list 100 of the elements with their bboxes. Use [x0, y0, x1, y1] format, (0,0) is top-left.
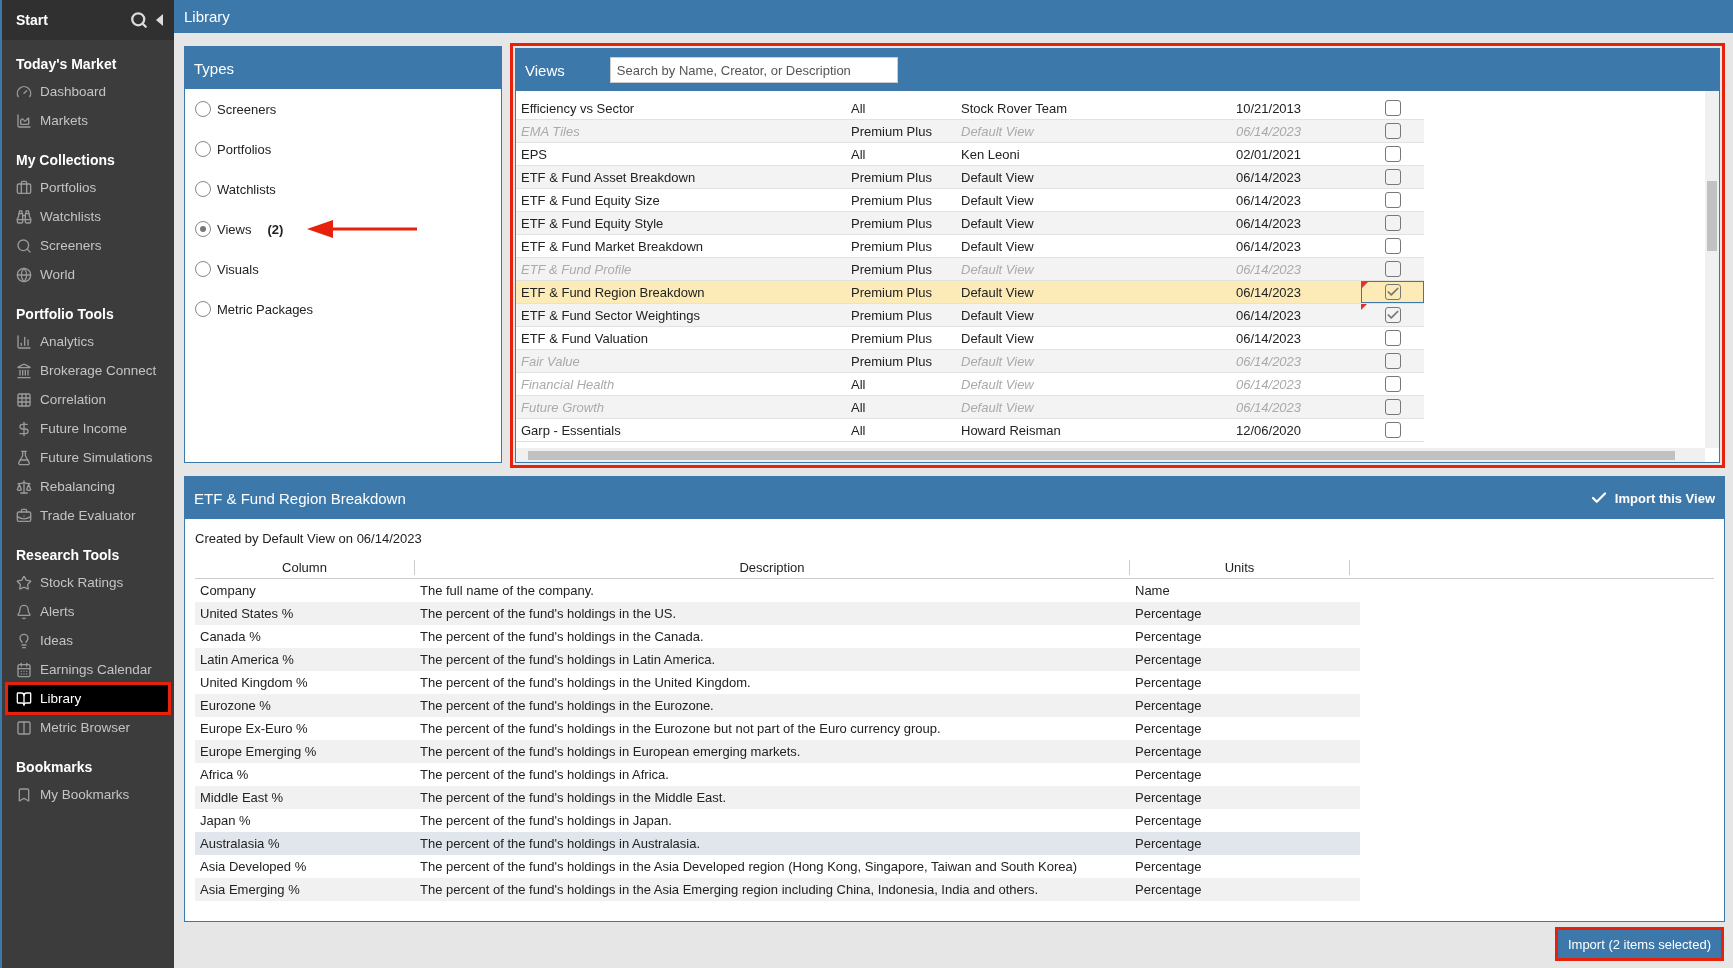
- type-label[interactable]: Watchlists: [217, 181, 276, 197]
- horizontal-scrollbar[interactable]: [516, 448, 1705, 462]
- sidebar-item[interactable]: Markets: [8, 107, 168, 134]
- table-cell-text: 06/14/2023: [1235, 353, 1303, 369]
- sidebar-title: Start: [16, 12, 49, 28]
- gauge-icon: [16, 83, 32, 100]
- table-cell-text: Company: [199, 583, 257, 598]
- table-row[interactable]: EPS All Ken Leoni 02/01/2021: [516, 143, 1424, 166]
- table-row[interactable]: ETF & Fund Asset Breakdown Premium Plus Default View 06/14/2023: [516, 166, 1424, 189]
- table-cell-text: 12/06/2020: [1235, 422, 1303, 438]
- briefcase-icon: [16, 179, 32, 196]
- table-row[interactable]: ETF & Fund Market Breakdown Premium Plus Default View 06/14/2023: [516, 235, 1424, 258]
- table-row[interactable]: ETF & Fund Equity Style Premium Plus Default View 06/14/2023: [516, 212, 1424, 235]
- table-cell-text: Percentage: [1134, 767, 1203, 782]
- table-cell-text: All: [850, 376, 867, 392]
- changed-marker: [1361, 304, 1367, 310]
- table-cell-text: Percentage: [1134, 790, 1203, 805]
- book-icon: [16, 690, 32, 707]
- type-label[interactable]: Portfolios: [217, 141, 272, 157]
- sidebar-item[interactable]: Brokerage Connect: [8, 357, 168, 384]
- sidebar-item[interactable]: Future Simulations: [8, 444, 168, 471]
- sidebar-item[interactable]: Dashboard: [8, 78, 168, 105]
- checkbox[interactable]: [1384, 422, 1401, 438]
- table-cell-text: Percentage: [1134, 721, 1203, 736]
- table-cell-text: ETF & Fund Market Breakdown: [520, 238, 705, 254]
- table-cell-text: Future Growth: [520, 399, 606, 415]
- sidebar-item[interactable]: Library: [8, 685, 168, 712]
- table-cell-text: Ken Leoni: [960, 146, 1021, 162]
- table-cell-text: Japan %: [199, 813, 252, 828]
- import-view-checkbox[interactable]: Import this View: [1589, 489, 1715, 507]
- table-cell-text: Premium Plus: [850, 215, 933, 231]
- search-icon: [16, 237, 32, 254]
- table-row[interactable]: ETF & Fund Sector Weightings Premium Plus Default View 06/14/2023: [516, 304, 1424, 327]
- sidebar-item[interactable]: Analytics: [8, 328, 168, 355]
- vertical-scrollbar[interactable]: [1705, 91, 1719, 448]
- search-icon[interactable]: [130, 11, 148, 29]
- checkbox[interactable]: [1384, 146, 1401, 162]
- checkbox[interactable]: [1384, 284, 1401, 300]
- count-label: (2): [267, 221, 284, 237]
- table-cell-text: All: [850, 422, 867, 438]
- sidebar-item[interactable]: Rebalancing: [8, 473, 168, 500]
- sidebar-item[interactable]: Stock Ratings: [8, 569, 168, 596]
- table-cell-text: The percent of the fund's holdings in the Canada.: [419, 629, 705, 644]
- sidebar-item[interactable]: Screeners: [8, 232, 168, 259]
- toolbox-icon: [16, 507, 32, 524]
- table-cell-text: Percentage: [1134, 606, 1203, 621]
- checkbox[interactable]: [1384, 238, 1401, 254]
- table-cell-text: Efficiency vs Sector: [520, 100, 636, 116]
- table-cell-text: The percent of the fund's holdings in Africa.: [419, 767, 670, 782]
- table-cell-text: Premium Plus: [850, 353, 933, 369]
- table-cell-text: Premium Plus: [850, 284, 933, 300]
- table-cell-text: Australasia %: [199, 836, 281, 851]
- search-field[interactable]: Search by Name, Creator, or Description: [609, 57, 898, 83]
- sidebar-item[interactable]: Watchlists: [8, 203, 168, 230]
- columns-icon: [16, 719, 32, 736]
- type-label[interactable]: Metric Packages: [217, 301, 314, 317]
- table-cell-text: EMA Tiles: [520, 123, 581, 139]
- sidebar-item[interactable]: Alerts: [8, 598, 168, 625]
- sidebar-item[interactable]: Correlation: [8, 386, 168, 413]
- sidebar-item[interactable]: Future Income: [8, 415, 168, 442]
- table-cell-text: Premium Plus: [850, 123, 933, 139]
- type-label[interactable]: Views: [217, 221, 252, 237]
- table-cell-text: Canada %: [199, 629, 262, 644]
- import-button[interactable]: Import (2 items selected): [1557, 930, 1721, 958]
- table-cell-text: Howard Reisman: [960, 422, 1062, 438]
- lightbulb-icon: [16, 632, 32, 649]
- type-label[interactable]: Visuals: [217, 261, 259, 277]
- sidebar-item[interactable]: Portfolios: [8, 174, 168, 201]
- table-cell-text: Default View: [960, 238, 1035, 254]
- checkbox[interactable]: [1384, 307, 1401, 323]
- table-cell-text: Asia Developed %: [199, 859, 308, 874]
- table-cell-text: Name: [1134, 583, 1171, 598]
- table-cell-text: 10/21/2013: [1235, 100, 1303, 116]
- sidebar-item[interactable]: Metric Browser: [8, 714, 168, 741]
- sidebar-item[interactable]: World: [8, 261, 168, 288]
- scales-icon: [16, 478, 32, 495]
- sidebar-item[interactable]: My Bookmarks: [8, 781, 168, 808]
- table-cell-text: Africa %: [199, 767, 250, 782]
- checkbox[interactable]: [1384, 169, 1401, 185]
- table-row[interactable]: Efficiency vs Sector All Stock Rover Team 10/21/2013: [516, 97, 1424, 120]
- binoculars-icon: [16, 208, 32, 225]
- type-label[interactable]: Screeners: [217, 101, 277, 117]
- table-cell-text: Stock Rover Team: [960, 100, 1068, 116]
- table-cell-text: Premium Plus: [850, 330, 933, 346]
- table-cell-text: Premium Plus: [850, 261, 933, 277]
- calendar-icon: [16, 661, 32, 678]
- table-row[interactable]: ETF & Fund Region Breakdown Premium Plus Default View 06/14/2023: [516, 281, 1424, 304]
- sidebar-item[interactable]: Ideas: [8, 627, 168, 654]
- checkbox[interactable]: [1384, 192, 1401, 208]
- collapse-icon[interactable]: [156, 14, 164, 26]
- sidebar-item[interactable]: Trade Evaluator: [8, 502, 168, 529]
- section-title: My Collections: [15, 151, 116, 170]
- table-row[interactable]: ETF & Fund Valuation Premium Plus Default View 06/14/2023: [516, 327, 1424, 350]
- table-row[interactable]: ETF & Fund Equity Size Premium Plus Default View 06/14/2023: [516, 189, 1424, 212]
- checkbox[interactable]: [1384, 330, 1401, 346]
- table-row[interactable]: Garp - Essentials All Howard Reisman 12/06/2020: [516, 419, 1424, 442]
- checkbox[interactable]: [1384, 100, 1401, 116]
- table-cell-text: The percent of the fund's holdings in European emerging markets.: [419, 744, 802, 759]
- checkbox[interactable]: [1384, 215, 1401, 231]
- sidebar-item[interactable]: Earnings Calendar: [8, 656, 168, 683]
